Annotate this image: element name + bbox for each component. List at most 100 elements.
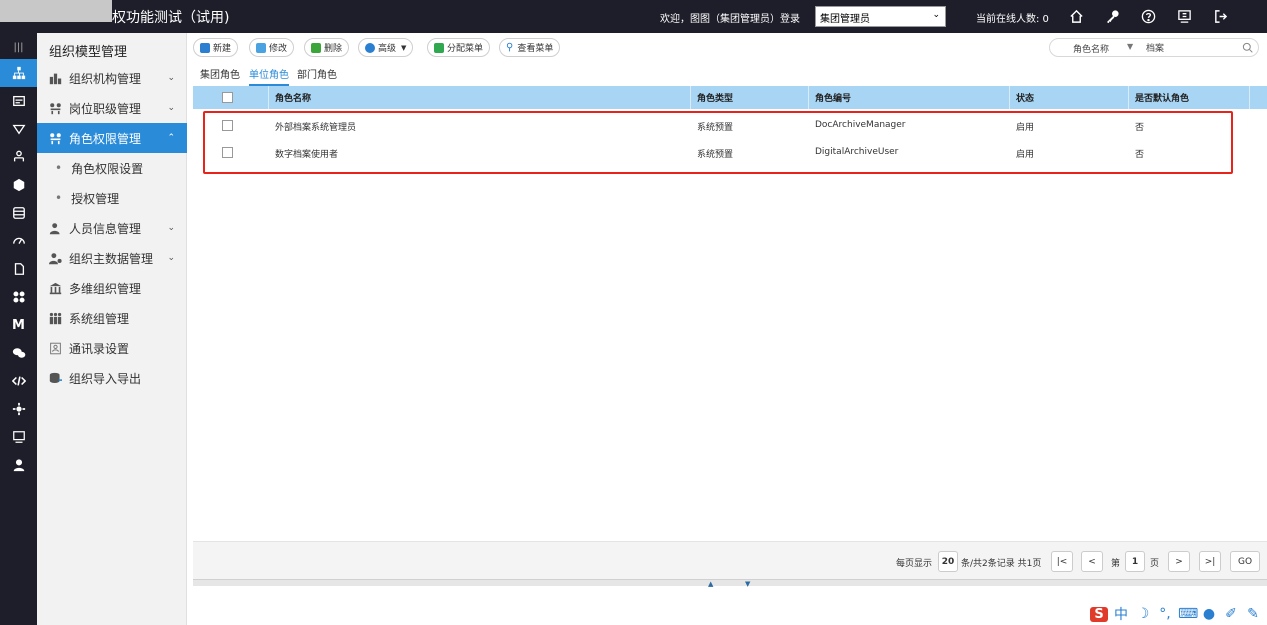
column-header[interactable]: 状态 — [1016, 91, 1034, 104]
role-name-cell: 外部档案系统管理员 — [275, 123, 357, 133]
home-icon[interactable] — [1058, 0, 1094, 33]
apps-icon[interactable] — [0, 283, 37, 311]
sidebar-item-import-export[interactable]: 组织导入导出 — [37, 363, 187, 393]
sidebar-item-role-permissions[interactable]: 角色权限管理 ⌃ — [37, 123, 187, 153]
expand-down-icon[interactable]: ▼ — [745, 580, 750, 588]
skin-icon[interactable]: ✐ — [1222, 606, 1240, 622]
search-input[interactable] — [1146, 42, 1226, 52]
tab-dept-roles[interactable]: 部门角色 — [297, 66, 337, 84]
database-icon[interactable] — [0, 199, 37, 227]
edit-button[interactable]: 修改 — [249, 38, 295, 57]
moon-icon[interactable]: ☽ — [1134, 606, 1152, 622]
person-gear-icon — [48, 251, 62, 265]
role-name-cell: 数字档案使用者 — [275, 150, 339, 160]
caret-down-icon[interactable]: ▼ — [1127, 42, 1133, 51]
tab-unit-roles[interactable]: 单位角色 — [249, 66, 289, 86]
delete-button[interactable]: 删除 — [304, 38, 350, 57]
person-icon — [48, 221, 62, 235]
search-icon[interactable] — [1242, 42, 1253, 53]
record-summary: 条/共2条记录 共1页 — [961, 559, 1042, 569]
monitor-icon[interactable] — [1166, 0, 1202, 33]
row-checkbox[interactable] — [222, 147, 233, 158]
code-icon[interactable] — [0, 367, 37, 395]
view-menu-button[interactable]: ⚲ 查看菜单 — [499, 38, 561, 57]
role-code-cell: DocArchiveManager — [815, 120, 906, 130]
sogou-logo-icon[interactable]: S — [1090, 606, 1108, 622]
role-type-cell: 系统预置 — [697, 150, 734, 160]
go-button[interactable]: GO — [1230, 551, 1260, 572]
chinese-mode-icon[interactable]: 中 — [1112, 604, 1130, 624]
icon-rail: ||| M — [0, 33, 37, 625]
sidebar-item-label: 多维组织管理 — [69, 281, 142, 296]
mail-m-icon[interactable]: M — [0, 311, 37, 339]
table-row[interactable]: 数字档案使用者 系统预置 DigitalArchiveUser 启用 否 — [193, 140, 1267, 167]
sidebar-title: 组织模型管理 — [49, 45, 128, 60]
advanced-button[interactable]: 高级 ▼ — [358, 38, 414, 57]
page-number-input[interactable]: 1 — [1125, 551, 1145, 572]
sidebar-item-label: 授权管理 — [71, 191, 120, 206]
help-icon[interactable] — [1130, 0, 1166, 33]
caret-down-icon: ▼ — [401, 43, 407, 52]
per-page-label: 每页显示 — [896, 559, 933, 569]
column-header[interactable]: 角色名称 — [275, 91, 311, 104]
wrench-icon[interactable]: ✎ — [1244, 606, 1262, 622]
assign-menu-button[interactable]: 分配菜单 — [427, 38, 491, 57]
document-icon[interactable] — [0, 255, 37, 283]
sidebar-item-positions[interactable]: 岗位职级管理 ⌄ — [37, 93, 187, 123]
sidebar-item-personnel[interactable]: 人员信息管理 ⌄ — [37, 213, 187, 243]
first-page-button[interactable]: |< — [1051, 551, 1073, 572]
collapse-up-icon[interactable]: ▲ — [708, 580, 713, 588]
status-cell: 启用 — [1016, 150, 1035, 160]
table-row[interactable]: 外部档案系统管理员 系统预置 DocArchiveManager 启用 否 — [193, 113, 1267, 140]
hexagon-icon[interactable] — [0, 171, 37, 199]
send-icon[interactable] — [0, 115, 37, 143]
sidebar-item-multidim-org[interactable]: 多维组织管理 — [37, 273, 187, 303]
last-page-button[interactable]: >| — [1199, 551, 1221, 572]
sidebar-item-contacts[interactable]: 通讯录设置 — [37, 333, 187, 363]
chat-icon[interactable] — [0, 339, 37, 367]
role-select[interactable]: 集团管理员 ⌄ — [815, 6, 946, 27]
row-checkbox[interactable] — [222, 120, 233, 131]
import-export-icon — [48, 371, 62, 385]
key-icon[interactable] — [1094, 0, 1130, 33]
menu-toggle-icon[interactable]: ||| — [0, 33, 37, 61]
sidebar-item-system-groups[interactable]: 系统组管理 — [37, 303, 187, 333]
user-icon[interactable] — [0, 451, 37, 479]
screen-icon[interactable] — [0, 423, 37, 451]
chevron-down-icon: ⌄ — [167, 73, 175, 83]
building-icon — [48, 281, 62, 295]
online-count: 当前在线人数: 0 — [976, 14, 1049, 25]
prev-page-button[interactable]: < — [1081, 551, 1103, 572]
sidebar-subitem-role-settings[interactable]: • 角色权限设置 — [37, 153, 187, 183]
sidebar-item-org-structure[interactable]: 组织机构管理 ⌄ — [37, 63, 187, 93]
next-page-button[interactable]: > — [1168, 551, 1190, 572]
tab-group-roles[interactable]: 集团角色 — [200, 66, 240, 84]
default-role-cell: 否 — [1135, 123, 1145, 133]
org-chart-icon — [48, 71, 62, 85]
sidebar-item-label: 组织机构管理 — [69, 71, 142, 86]
punctuation-icon[interactable]: °, — [1156, 606, 1174, 622]
panel-splitter[interactable]: ▲ ▼ — [193, 579, 1267, 588]
form-icon[interactable] — [0, 87, 37, 115]
user-icon[interactable]: ● — [1200, 606, 1218, 622]
column-header[interactable]: 角色类型 — [697, 91, 733, 104]
page-size-input[interactable]: 20 — [938, 551, 958, 572]
logout-icon[interactable] — [1202, 0, 1238, 33]
logo-placeholder — [0, 0, 112, 22]
chevron-down-icon: ⌄ — [167, 103, 175, 113]
sidebar-subitem-authorization[interactable]: • 授权管理 — [37, 183, 187, 213]
column-header[interactable]: 角色编号 — [815, 91, 851, 104]
column-header[interactable]: 是否默认角色 — [1135, 91, 1189, 104]
new-button[interactable]: 新建 — [193, 38, 239, 57]
assign-icon — [434, 42, 444, 53]
settings-icon[interactable] — [0, 395, 37, 423]
role-select-value: 集团管理员 — [820, 14, 870, 25]
edit-icon — [256, 42, 266, 53]
sidebar-item-master-data[interactable]: 组织主数据管理 ⌄ — [37, 243, 187, 273]
flow-icon[interactable] — [0, 143, 37, 171]
select-all-checkbox[interactable] — [222, 92, 233, 103]
gauge-icon[interactable] — [0, 227, 37, 255]
keyboard-icon[interactable]: ⌨ — [1178, 606, 1198, 622]
search-field-select[interactable]: 角色名称 — [1073, 42, 1109, 55]
org-tree-icon[interactable] — [0, 59, 37, 87]
